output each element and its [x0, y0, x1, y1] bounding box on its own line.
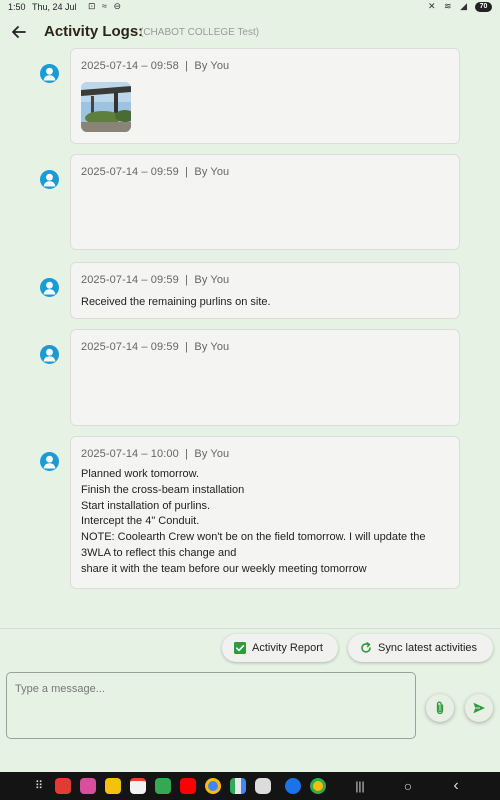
entry-meta: 2025-07-14 – 09:59 | By You	[81, 341, 230, 353]
back-button[interactable]	[8, 21, 30, 43]
status-date: Thu, 24 Jul	[32, 2, 77, 12]
youtube-app-icon[interactable]	[180, 778, 196, 794]
recents-button[interactable]: |||	[350, 776, 370, 796]
entry-timestamp: 2025-07-14 – 09:59	[81, 166, 179, 178]
notes-app-icon[interactable]	[105, 778, 121, 794]
activity-card[interactable]: 2025-07-14 – 09:59 | By You	[70, 154, 460, 250]
user-icon	[43, 455, 56, 469]
user-icon	[43, 67, 56, 81]
attachment-thumbnail[interactable]	[81, 82, 131, 132]
entry-author: By You	[194, 448, 230, 460]
checkbox-checked-icon	[234, 642, 246, 654]
user-icon	[43, 348, 56, 362]
entry-timestamp: 2025-07-14 – 09:59	[81, 274, 179, 286]
entry-text: Received the remaining purlins on site.	[81, 296, 271, 308]
avatar	[40, 64, 59, 83]
flipboard-app-icon[interactable]	[55, 778, 71, 794]
home-button[interactable]: ○	[398, 776, 418, 796]
camera-app-icon[interactable]	[255, 778, 271, 794]
arrow-back-icon	[12, 26, 26, 38]
user-icon	[43, 173, 56, 187]
sync-icon	[361, 642, 371, 653]
entry-meta: 2025-07-14 – 09:58 | By You	[81, 60, 230, 72]
activity-card[interactable]: 2025-07-14 – 09:59 | By You	[70, 329, 460, 426]
send-icon	[473, 702, 485, 714]
divider	[0, 628, 500, 629]
system-status-icons: ✕ ≋ ◢	[427, 1, 470, 11]
entry-timestamp: 2025-07-14 – 09:59	[81, 341, 179, 353]
activity-report-label: Activity Report	[252, 642, 323, 654]
status-time: 1:50	[8, 2, 26, 12]
activity-card[interactable]: 2025-07-14 – 09:59 | By You Received the…	[70, 262, 460, 319]
entry-timestamp: 2025-07-14 – 09:58	[81, 60, 179, 72]
entry-meta: 2025-07-14 – 10:00 | By You	[81, 448, 230, 460]
entry-meta: 2025-07-14 – 09:59 | By You	[81, 166, 230, 178]
entry-timestamp: 2025-07-14 – 10:00	[81, 448, 179, 460]
avatar	[40, 278, 59, 297]
photos-app-icon[interactable]	[310, 778, 326, 794]
entry-author: By You	[194, 60, 230, 72]
battery-icon: 70	[475, 2, 492, 12]
gmail-app-icon[interactable]	[130, 778, 146, 794]
entry-author: By You	[194, 341, 230, 353]
back-nav-button[interactable]: ‹	[446, 776, 466, 796]
entry-meta: 2025-07-14 – 09:59 | By You	[81, 274, 230, 286]
message-input[interactable]	[6, 672, 416, 739]
avatar	[40, 452, 59, 471]
entry-author: By You	[194, 274, 230, 286]
user-icon	[43, 281, 56, 295]
page-title: Activity Logs:	[44, 23, 144, 40]
project-subtitle: (CHABOT COLLEGE Test)	[140, 27, 260, 38]
entry-author: By You	[194, 166, 230, 178]
notification-icons: ⊡ ≈ ⊖	[88, 1, 124, 11]
system-nav-bar: ⠿ ||| ○ ‹	[0, 772, 500, 800]
activity-feed[interactable]: 2025-07-14 – 09:58 | By You 2025-07-14 –…	[0, 44, 500, 629]
avatar	[40, 345, 59, 364]
attach-button[interactable]	[426, 694, 454, 722]
messages-app-icon[interactable]	[285, 778, 301, 794]
sync-activities-button[interactable]: Sync latest activities	[348, 634, 493, 662]
entry-text: Planned work tomorrow. Finish the cross-…	[81, 468, 426, 575]
play-store-app-icon[interactable]	[230, 778, 246, 794]
paperclip-icon	[436, 701, 444, 715]
activity-card[interactable]: 2025-07-14 – 09:58 | By You	[70, 48, 460, 144]
sync-label: Sync latest activities	[378, 642, 478, 654]
photo-image	[81, 82, 131, 132]
app-drawer-icon[interactable]: ⠿	[30, 776, 48, 796]
avatar	[40, 170, 59, 189]
activity-card[interactable]: 2025-07-14 – 10:00 | By You Planned work…	[70, 436, 460, 589]
send-button[interactable]	[465, 694, 493, 722]
status-bar: 1:50 Thu, 24 Jul ⊡ ≈ ⊖ ✕ ≋ ◢ 70	[0, 0, 500, 14]
gallery-app-icon[interactable]	[80, 778, 96, 794]
activity-report-button[interactable]: Activity Report	[222, 634, 338, 662]
chat-app-icon[interactable]	[155, 778, 171, 794]
chrome-app-icon[interactable]	[205, 778, 221, 794]
